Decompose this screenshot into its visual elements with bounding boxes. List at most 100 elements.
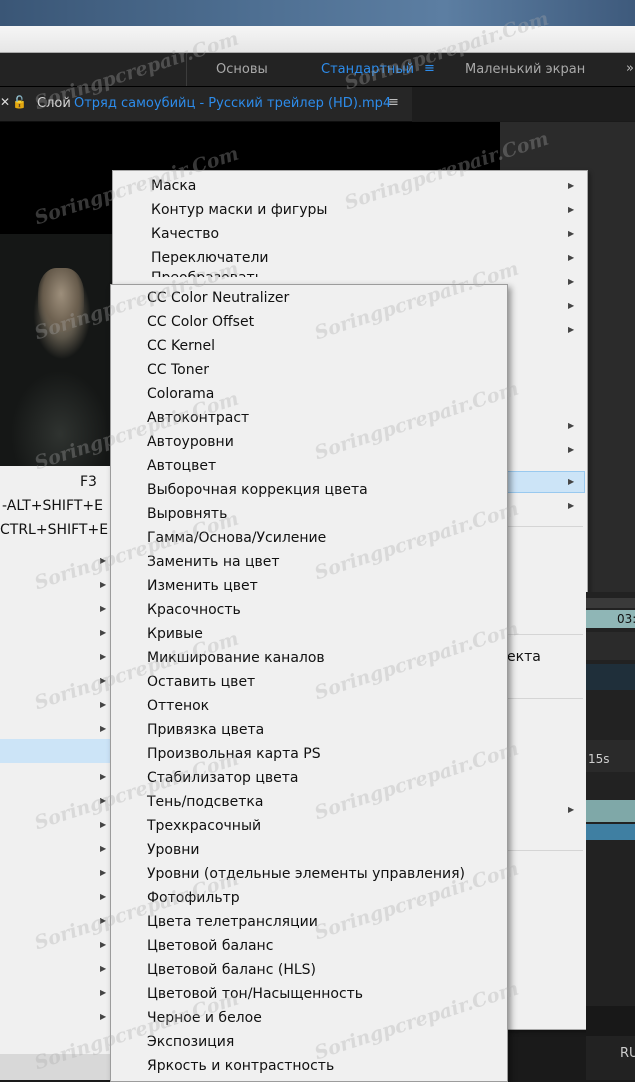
menu-item-levels[interactable]: Уровни: [147, 841, 200, 859]
menu-item-auto-contrast[interactable]: Автоконтраст: [147, 409, 249, 427]
menu-item-gamma-pedestal-gain[interactable]: Гамма/Основа/Усиление: [147, 529, 326, 547]
menu-item-brightness-contrast[interactable]: Яркость и контрастность: [147, 1057, 334, 1075]
menu-item-tritone[interactable]: Трехкрасочный: [147, 817, 261, 835]
chevron-right-icon: ▶: [100, 844, 107, 853]
menu-item-channel-mixer[interactable]: Микширование каналов: [147, 649, 325, 667]
chevron-right-icon: ▶: [100, 892, 107, 901]
layer-panel-tab: ✕ 🔓 Слой Отряд самоубийц - Русский трейл…: [0, 87, 412, 122]
chevron-right-icon: ▶: [100, 1012, 107, 1021]
chevron-right-icon: ▶: [100, 580, 107, 589]
chevron-right-icon: ▶: [568, 277, 575, 286]
timeline-clip[interactable]: [586, 800, 635, 822]
menu-item-vibrance[interactable]: Красочность: [147, 601, 241, 619]
video-frame-subject: [38, 268, 84, 332]
chevron-right-icon: ▶: [100, 940, 107, 949]
menu-item-colorama[interactable]: Colorama: [147, 385, 214, 403]
menu-item-leave-color[interactable]: Оставить цвет: [147, 673, 255, 691]
timeline-header: [586, 598, 635, 608]
workspace-bar: Основы Стандартный ≡ Маленький экран »: [0, 53, 635, 87]
shortcut-label: -ALT+SHIFT+E: [2, 498, 103, 514]
menu-item-cc-toner[interactable]: CC Toner: [147, 361, 209, 379]
menu-item-color-link[interactable]: Привязка цвета: [147, 721, 264, 739]
status-area: [586, 1006, 635, 1036]
chevron-right-icon: ▶: [100, 988, 107, 997]
chevron-right-icon: ▶: [568, 301, 575, 310]
workspace-divider: [186, 53, 187, 86]
chevron-right-icon: ▶: [100, 556, 107, 565]
chevron-right-icon: ▶: [100, 700, 107, 709]
menu-item-exposure[interactable]: Экспозиция: [147, 1033, 234, 1051]
layer-label: Слой: [37, 96, 71, 111]
lock-icon[interactable]: 🔓: [12, 95, 27, 109]
chevron-right-icon: ▶: [100, 628, 107, 637]
menu-item-selective-color[interactable]: Выборочная коррекция цвета: [147, 481, 368, 499]
menu-item-change-color[interactable]: Изменить цвет: [147, 577, 258, 595]
chevron-right-icon: ▶: [568, 229, 575, 238]
chevron-right-icon: ▶: [100, 772, 107, 781]
panel-header-empty: [412, 87, 635, 121]
menu-item-mask-shape-path[interactable]: Контур маски и фигуры: [151, 202, 327, 218]
shortcut-label: CTRL+SHIFT+E: [0, 522, 109, 538]
chevron-right-icon: ▶: [100, 964, 107, 973]
menu-item-cc-color-neutralizer[interactable]: CC Color Neutralizer: [147, 289, 289, 307]
menu-item-quality[interactable]: Качество: [151, 226, 219, 242]
menu-item-ps-arbitrary-map[interactable]: Произвольная карта PS: [147, 745, 321, 763]
menu-item-equalize[interactable]: Выровнять: [147, 505, 227, 523]
hamburger-icon[interactable]: ≡: [388, 95, 399, 110]
color-correction-submenu: CC Color Neutralizer CC Color Offset CC …: [110, 284, 508, 1082]
menu-item-levels-individual[interactable]: Уровни (отдельные элементы управления): [147, 865, 465, 883]
menu-item-highlight[interactable]: [0, 739, 112, 763]
timeline-row: [586, 664, 635, 690]
chevron-right-icon: ▶: [568, 421, 575, 430]
chevron-right-icon: ▶: [568, 501, 575, 510]
window-titlebar: [0, 0, 635, 26]
overflow-chevron-icon[interactable]: »: [626, 61, 634, 76]
chevron-right-icon: ▶: [100, 604, 107, 613]
close-icon[interactable]: ✕: [0, 95, 10, 109]
chevron-right-icon: ▶: [568, 325, 575, 334]
menu-item-switches[interactable]: Переключатели: [151, 250, 269, 266]
chevron-right-icon: ▶: [568, 445, 575, 454]
menu-item-hue-saturation[interactable]: Цветовой тон/Насыщенность: [147, 985, 363, 1003]
chevron-right-icon: ▶: [568, 205, 575, 214]
language-indicator[interactable]: RU: [620, 1046, 635, 1061]
timecode: 03:: [617, 612, 635, 626]
menu-item-color-stabilizer[interactable]: Стабилизатор цвета: [147, 769, 299, 787]
menu-item-color-balance[interactable]: Цветовой баланс: [147, 937, 273, 955]
taskbar-fragment: [0, 1054, 110, 1080]
menu-item-cc-color-offset[interactable]: CC Color Offset: [147, 313, 254, 331]
chevron-right-icon: ▶: [568, 805, 575, 814]
chevron-right-icon: ▶: [100, 724, 107, 733]
chevron-right-icon: ▶: [100, 916, 107, 925]
window-menubar: [0, 26, 635, 53]
workspace-standard[interactable]: Стандартный: [321, 62, 414, 77]
menu-item-cc-kernel[interactable]: CC Kernel: [147, 337, 215, 355]
chevron-right-icon: ▶: [568, 477, 575, 486]
shortcut-label: F3: [80, 474, 97, 490]
hamburger-icon[interactable]: ≡: [424, 61, 435, 76]
chevron-right-icon: ▶: [100, 868, 107, 877]
menu-item-shadow-highlight[interactable]: Тень/подсветка: [147, 793, 263, 811]
timeline-duration: 15s: [588, 752, 610, 766]
chevron-right-icon: ▶: [100, 820, 107, 829]
menu-item-auto-color[interactable]: Автоцвет: [147, 457, 216, 475]
menu-item-black-white[interactable]: Черное и белое: [147, 1009, 262, 1027]
chevron-right-icon: ▶: [568, 181, 575, 190]
menu-item-tint[interactable]: Оттенок: [147, 697, 209, 715]
timeline-row: [586, 632, 635, 660]
chevron-right-icon: ▶: [100, 796, 107, 805]
menu-item-broadcast-colors[interactable]: Цвета телетрансляции: [147, 913, 318, 931]
chevron-right-icon: ▶: [100, 676, 107, 685]
menu-item-auto-levels[interactable]: Автоуровни: [147, 433, 234, 451]
layer-file-name[interactable]: Отряд самоубийц - Русский трейлер (HD).m…: [74, 96, 391, 111]
menu-item-photo-filter[interactable]: Фотофильтр: [147, 889, 240, 907]
menu-item-color-balance-hls[interactable]: Цветовой баланс (HLS): [147, 961, 316, 979]
workspace-basics[interactable]: Основы: [216, 62, 268, 77]
menu-item-curves[interactable]: Кривые: [147, 625, 203, 643]
timeline-clip[interactable]: [586, 824, 635, 840]
menu-item-mask[interactable]: Маска: [151, 178, 196, 194]
chevron-right-icon: ▶: [568, 253, 575, 262]
workspace-small-screen[interactable]: Маленький экран: [465, 62, 585, 77]
menu-item-change-to-color[interactable]: Заменить на цвет: [147, 553, 280, 571]
menu-item-fragment[interactable]: екта: [507, 649, 541, 665]
